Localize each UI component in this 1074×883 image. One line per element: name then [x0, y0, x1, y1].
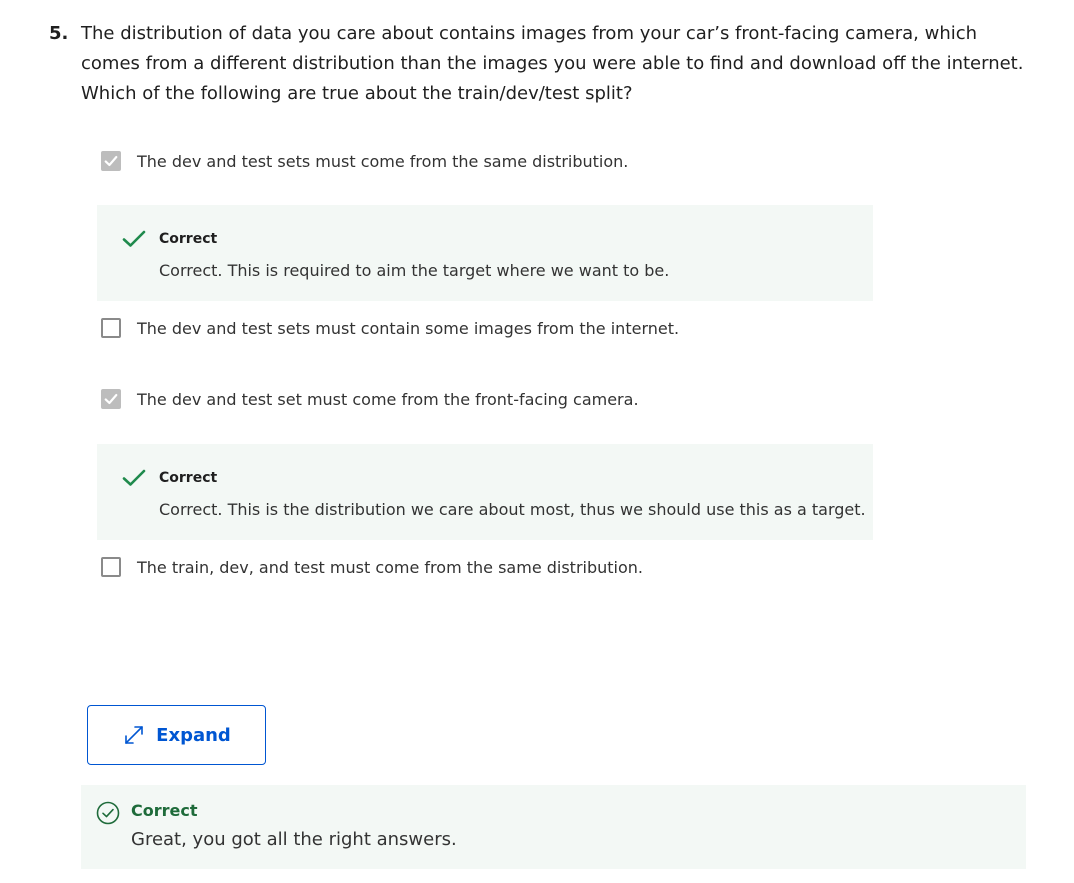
expand-button[interactable]: Expand [87, 705, 266, 765]
feedback-title: Correct [159, 470, 218, 486]
question-text: The distribution of data you care about … [81, 23, 1024, 104]
checkmark-icon [104, 155, 118, 167]
check-icon [122, 469, 146, 486]
expand-label: Expand [156, 724, 231, 746]
option-3[interactable]: The dev and test set must come from the … [101, 389, 639, 409]
feedback-title: Correct [159, 231, 218, 247]
option-4[interactable]: The train, dev, and test must come from … [101, 557, 643, 577]
option-1[interactable]: The dev and test sets must come from the… [101, 151, 628, 171]
option-label: The dev and test sets must come from the… [137, 151, 629, 171]
option-label: The dev and test set must come from the … [137, 389, 639, 409]
feedback-text: Correct. This is the distribution we car… [159, 500, 866, 519]
check-icon [122, 230, 146, 247]
checkbox-unchecked[interactable] [101, 318, 121, 338]
checkbox-unchecked[interactable] [101, 557, 121, 577]
checkbox-checked[interactable] [101, 151, 121, 171]
result-text: Great, you got all the right answers. [131, 829, 457, 850]
circle-check-icon [96, 801, 120, 825]
result-banner: Correct Great, you got all the right ans… [81, 785, 1026, 869]
option-label: The dev and test sets must contain some … [137, 318, 680, 338]
checkmark-icon [104, 393, 118, 405]
option-3-feedback: Correct Correct. This is the distributio… [97, 444, 873, 540]
option-1-feedback: Correct Correct. This is required to aim… [97, 205, 873, 301]
expand-arrows-icon [122, 723, 146, 747]
option-2[interactable]: The dev and test sets must contain some … [101, 318, 679, 338]
question-number: 5. [49, 23, 69, 44]
checkbox-checked[interactable] [101, 389, 121, 409]
option-label: The train, dev, and test must come from … [137, 557, 644, 577]
feedback-text: Correct. This is required to aim the tar… [159, 261, 670, 280]
result-title: Correct [131, 801, 198, 820]
